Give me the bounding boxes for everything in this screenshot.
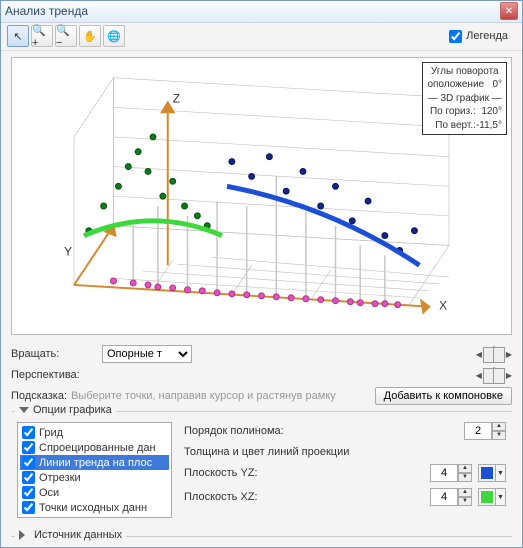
controls: Вращать: Опорные т ◀ ▶ Перспектива: ◀ ▶ … xyxy=(1,341,522,530)
legend-label: Легенда xyxy=(466,30,508,42)
graph-options-header[interactable]: Опции графика xyxy=(15,404,116,416)
arrow-right-icon[interactable]: ▶ xyxy=(506,350,512,359)
spin-down-icon[interactable]: ▼ xyxy=(458,473,472,482)
option-axes[interactable]: Оси xyxy=(20,485,169,500)
option-segments[interactable]: Отрезки xyxy=(20,470,169,485)
close-button[interactable]: ✕ xyxy=(500,2,518,20)
hand-icon: ✋ xyxy=(83,30,97,43)
arrow-left-icon[interactable]: ◀ xyxy=(476,350,482,359)
plane-yz-label: Плоскость YZ: xyxy=(184,467,424,479)
axes xyxy=(74,102,429,312)
zoom-in-icon: 🔍+ xyxy=(32,24,52,49)
poly-order-label: Порядок полинома: xyxy=(184,425,458,437)
graph-options-group: Опции графика Грид Спроецированные дан Л… xyxy=(11,411,512,522)
rotation-info-box: Углы поворота оположение 0° — 3D график … xyxy=(422,62,507,136)
trend-xz xyxy=(227,186,419,265)
spin-down-icon[interactable]: ▼ xyxy=(458,497,472,506)
option-projected-data[interactable]: Спроецированные дан xyxy=(20,440,169,455)
chevron-down-icon: ▼ xyxy=(495,489,505,505)
pointer-tool-button[interactable]: ↖ xyxy=(7,25,29,47)
options-checklist[interactable]: Грид Спроецированные дан Линии тренда на… xyxy=(17,422,172,518)
svg-text:Y: Y xyxy=(64,244,72,258)
series-xz xyxy=(229,153,417,253)
svg-text:Z: Z xyxy=(173,91,180,105)
chevron-down-icon xyxy=(19,407,29,413)
plane-xz-color-button[interactable]: ▼ xyxy=(478,488,506,506)
svg-text:X: X xyxy=(439,298,447,312)
proj-thickness-label: Толщина и цвет линий проекции xyxy=(184,446,349,458)
pointer-icon: ↖ xyxy=(13,30,22,43)
plane-xz-spinner[interactable]: ▲▼ xyxy=(430,488,472,506)
spin-up-icon[interactable]: ▲ xyxy=(492,422,506,431)
zoom-out-button[interactable]: 🔍− xyxy=(55,25,77,47)
chevron-right-icon xyxy=(19,530,30,540)
legend-checkbox[interactable]: Легенда xyxy=(449,30,508,43)
zoom-out-icon: 🔍− xyxy=(56,24,76,49)
globe-icon: 🌐 xyxy=(107,30,121,43)
window-title: Анализ тренда xyxy=(5,4,500,18)
plane-yz-spinner[interactable]: ▲▼ xyxy=(430,464,472,482)
rotate-label: Вращать: xyxy=(11,348,96,360)
rotation-heading: Углы поворота xyxy=(427,65,502,79)
plane-xz-label: Плоскость XZ: xyxy=(184,491,424,503)
color-swatch-icon xyxy=(481,491,493,503)
option-source-points[interactable]: Точки исходных данн xyxy=(20,500,169,515)
pan-tool-button[interactable]: ✋ xyxy=(79,25,101,47)
trend-analysis-window: Анализ тренда ✕ ↖ 🔍+ 🔍− ✋ 🌐 Легенда xyxy=(0,0,523,548)
perspective-slider[interactable] xyxy=(493,367,495,383)
color-swatch-icon xyxy=(481,467,493,479)
hint-text: Выберите точки, направив курсор и растян… xyxy=(71,390,375,402)
chevron-down-icon: ▼ xyxy=(495,465,505,481)
option-trend-lines[interactable]: Линии тренда на плос xyxy=(20,455,169,470)
spin-down-icon[interactable]: ▼ xyxy=(492,431,506,440)
spin-up-icon[interactable]: ▲ xyxy=(458,464,472,473)
zoom-in-button[interactable]: 🔍+ xyxy=(31,25,53,47)
data-source-group: Источник данных xyxy=(11,536,512,543)
poly-order-spinner[interactable]: ▲▼ xyxy=(464,422,506,440)
rotate-slider[interactable] xyxy=(493,346,495,362)
arrow-left-icon[interactable]: ◀ xyxy=(476,371,482,380)
legend-checkbox-input[interactable] xyxy=(449,30,462,43)
chart-3d[interactable]: X Y Z xyxy=(11,57,512,335)
options-right-panel: Порядок полинома: ▲▼ Толщина и цвет лини… xyxy=(184,422,506,518)
data-source-header[interactable]: Источник данных xyxy=(15,529,126,541)
plane-yz-color-button[interactable]: ▼ xyxy=(478,464,506,482)
rotate-select[interactable]: Опорные т xyxy=(102,345,192,363)
titlebar: Анализ тренда ✕ xyxy=(1,1,522,23)
option-grid[interactable]: Грид xyxy=(20,425,169,440)
spin-up-icon[interactable]: ▲ xyxy=(458,488,472,497)
arrow-right-icon[interactable]: ▶ xyxy=(506,371,512,380)
close-icon: ✕ xyxy=(505,6,513,17)
hint-label: Подсказка: xyxy=(11,390,67,402)
perspective-label: Перспектива: xyxy=(11,369,96,381)
globe-tool-button[interactable]: 🌐 xyxy=(103,25,125,47)
add-to-layout-button[interactable]: Добавить к компоновке xyxy=(375,387,512,405)
toolbar: ↖ 🔍+ 🔍− ✋ 🌐 Легенда xyxy=(1,23,522,51)
